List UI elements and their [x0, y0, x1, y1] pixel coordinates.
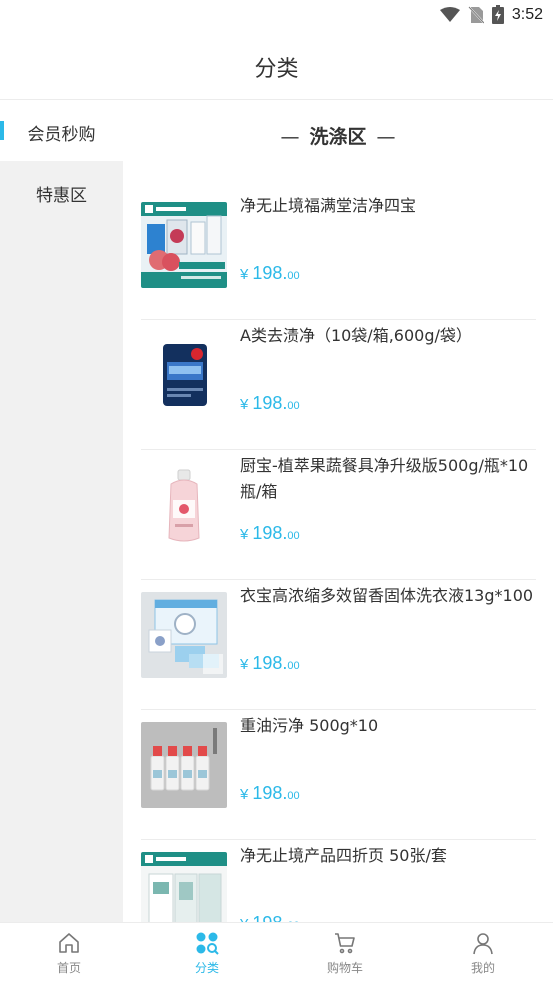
header: 分类: [0, 30, 553, 100]
price-integer: 198.: [252, 913, 287, 922]
wifi-icon: [439, 6, 460, 22]
page-title: 分类: [254, 57, 299, 82]
status-bar: 3:52: [0, 0, 553, 30]
cart-icon: [335, 933, 355, 954]
price-integer: 198.: [252, 653, 288, 673]
product-image: [141, 462, 227, 548]
price-currency: ¥: [240, 266, 249, 283]
product-price: ¥198.00: [240, 653, 300, 674]
price-decimal: 00: [287, 530, 300, 542]
price-integer: 198.: [252, 393, 288, 413]
tab-label: 首页: [56, 961, 81, 975]
price-integer: 198.: [252, 263, 288, 283]
section-dash-left: —: [280, 126, 300, 148]
product-list-panel: — 洗涤区 — 净无止境福满堂洁净四宝 ¥198.00 A类去渍净（10袋/箱,…: [123, 100, 553, 922]
product-image: [141, 852, 227, 922]
product-image: [141, 722, 227, 808]
sidebar-item-member-flash-sale[interactable]: 会员秒购: [0, 100, 123, 161]
tab-label: 我的: [470, 961, 495, 975]
price-decimal: 00: [287, 790, 300, 802]
product-name: 厨宝-植萃果蔬餐具净升级版500g/瓶*10瓶/箱: [240, 456, 529, 501]
product-item[interactable]: 净无止境福满堂洁净四宝 ¥198.00: [141, 190, 536, 320]
category-icon: [196, 932, 219, 955]
status-time: 3:52: [511, 5, 543, 23]
product-name: 衣宝高浓缩多效留香固体洗衣液13g*100: [240, 586, 534, 605]
product-item[interactable]: 厨宝-植萃果蔬餐具净升级版500g/瓶*10瓶/箱 ¥198.00: [141, 450, 536, 580]
section-dash-right: —: [376, 126, 396, 148]
sidebar-item-label: 会员秒购: [27, 125, 96, 145]
price-currency: ¥: [240, 396, 249, 413]
product-item[interactable]: 衣宝高浓缩多效留香固体洗衣液13g*100 ¥198.00: [141, 580, 536, 710]
price-decimal: 00: [287, 660, 300, 672]
price-integer: 198.: [252, 523, 288, 543]
tab-category[interactable]: 分类: [138, 923, 276, 983]
product-price: ¥198.00: [240, 783, 300, 804]
product-price: ¥198.00: [240, 523, 300, 544]
product-name: 重油污净 500g*10: [240, 716, 379, 735]
price-integer: 198.: [252, 783, 288, 803]
product-price: ¥198.00: [240, 913, 300, 922]
price-decimal: 00: [287, 270, 300, 282]
price-currency: ¥: [240, 526, 249, 543]
product-name: 净无止境产品四折页 50张/套: [240, 846, 447, 865]
home-icon: [59, 933, 79, 953]
tab-label: 购物车: [326, 961, 363, 975]
product-name: 净无止境福满堂洁净四宝: [240, 196, 417, 215]
product-price: ¥198.00: [240, 263, 300, 284]
product-price: ¥198.00: [240, 393, 300, 414]
tab-profile[interactable]: 我的: [414, 923, 552, 983]
product-image: [141, 592, 227, 678]
sidebar-item-label: 特惠区: [36, 186, 87, 206]
section-title-text: 洗涤区: [309, 126, 367, 148]
tab-home[interactable]: 首页: [0, 923, 138, 983]
bottom-tab-bar: 首页 分类 购物车 我的: [0, 922, 553, 983]
tab-label: 分类: [194, 961, 219, 975]
product-item[interactable]: A类去渍净（10袋/箱,600g/袋） ¥198.00: [141, 320, 536, 450]
product-item[interactable]: 重油污净 500g*10 ¥198.00: [141, 710, 536, 840]
product-name: A类去渍净（10袋/箱,600g/袋）: [240, 326, 472, 345]
price-currency: ¥: [240, 786, 249, 803]
product-item[interactable]: 净无止境产品四折页 50张/套 ¥198.00: [141, 840, 536, 922]
price-currency: ¥: [240, 656, 249, 673]
product-image: [141, 202, 227, 288]
sidebar-item-special-offers[interactable]: 特惠区: [0, 161, 123, 222]
battery-icon: [491, 5, 504, 24]
price-decimal: 00: [287, 400, 300, 412]
user-icon: [473, 933, 493, 955]
tab-cart[interactable]: 购物车: [276, 923, 414, 983]
section-title: — 洗涤区 —: [123, 122, 553, 149]
product-image: [141, 332, 227, 418]
category-sidebar: 会员秒购 特惠区: [0, 100, 123, 922]
no-sim-icon: [468, 5, 484, 24]
